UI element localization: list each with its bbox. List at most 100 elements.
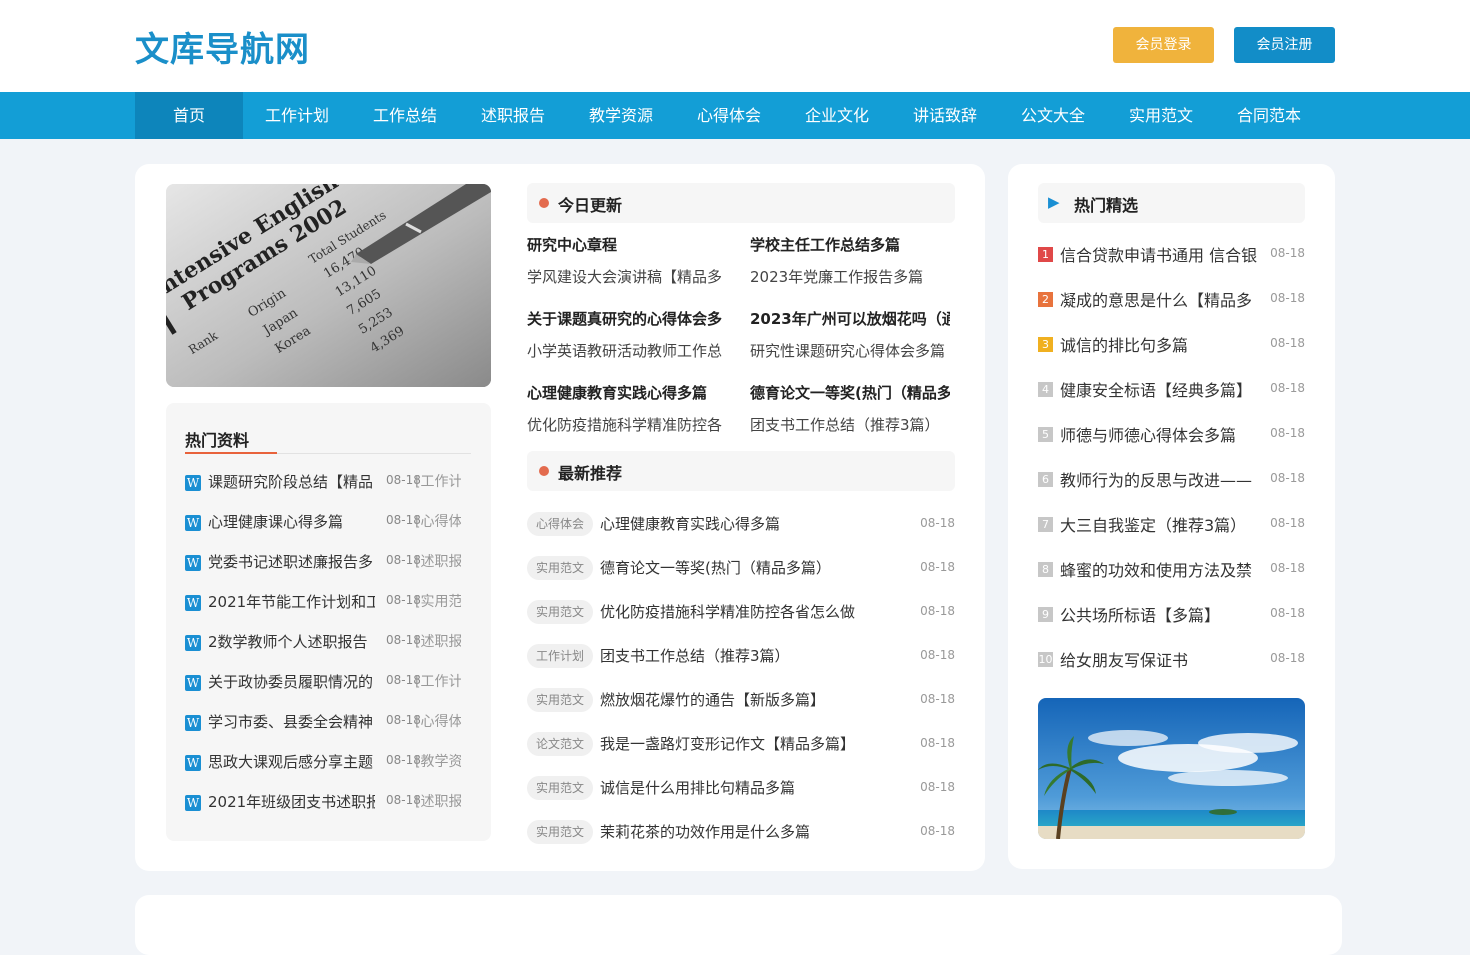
today-link[interactable]: 研究性课题研究心得体会多篇 xyxy=(750,340,950,361)
category-tag[interactable]: 工作计划 xyxy=(527,644,594,668)
list-item-title[interactable]: 燃放烟花爆竹的通告【新版多篇】 xyxy=(600,689,825,710)
list-item[interactable]: W 党委书记述职述廉报告多 08-18 [述职报 xyxy=(185,551,475,573)
beach-photo[interactable] xyxy=(1038,698,1305,839)
today-link[interactable]: 团支书工作总结（推荐3篇） xyxy=(750,414,950,435)
nav-item-contracts[interactable]: 合同范本 xyxy=(1215,92,1323,139)
list-item[interactable]: 实用范文 诚信是什么用排比句精品多篇 08-18 xyxy=(527,776,955,800)
ranked-item-title[interactable]: 师德与师德心得体会多篇 xyxy=(1060,422,1260,446)
list-item[interactable]: W 2021年节能工作计划和工 08-18 [实用范 xyxy=(185,591,475,613)
list-item-date: 08-18 xyxy=(920,780,955,794)
list-item-title[interactable]: 心理健康课心得多篇 xyxy=(208,511,375,532)
list-item-category[interactable]: [工作计 xyxy=(415,671,461,691)
category-tag[interactable]: 论文范文 xyxy=(527,732,594,756)
ranked-item-title[interactable]: 给女朋友写保证书 xyxy=(1060,647,1260,671)
ranked-item-title[interactable]: 健康安全标语【经典多篇】 xyxy=(1060,377,1260,401)
today-headline[interactable]: 研究中心章程 xyxy=(527,234,727,255)
list-item[interactable]: 实用范文 德育论文一等奖(热门（精品多篇） 08-18 xyxy=(527,556,955,580)
list-item-title[interactable]: 2021年班级团支书述职报 xyxy=(208,791,375,812)
today-link[interactable]: 学风建设大会演讲稿【精品多 xyxy=(527,266,727,287)
list-item[interactable]: W 学习市委、县委全会精神 08-18 [心得体 xyxy=(185,711,475,733)
ranked-item[interactable]: 3 诚信的排比句多篇 08-18 xyxy=(1038,332,1305,356)
list-item-category[interactable]: [心得体 xyxy=(415,511,461,531)
list-item-title[interactable]: 团支书工作总结（推荐3篇） xyxy=(600,645,790,666)
list-item[interactable]: W 2021年班级团支书述职报 08-18 [述职报 xyxy=(185,791,475,813)
list-item[interactable]: 实用范文 燃放烟花爆竹的通告【新版多篇】 08-18 xyxy=(527,688,955,712)
list-item[interactable]: W 关于政协委员履职情况的 08-18 [工作计 xyxy=(185,671,475,693)
site-logo[interactable]: 文库导航网 xyxy=(135,22,310,71)
list-item-category[interactable]: [述职报 xyxy=(415,631,461,651)
today-link[interactable]: 优化防疫措施科学精准防控各 xyxy=(527,414,727,435)
register-button[interactable]: 会员注册 xyxy=(1234,27,1335,63)
list-item-title[interactable]: 德育论文一等奖(热门（精品多篇） xyxy=(600,557,831,578)
list-item[interactable]: W 心理健康课心得多篇 08-18 [心得体 xyxy=(185,511,475,533)
today-headline[interactable]: 关于课题真研究的心得体会多 xyxy=(527,308,727,329)
nav-item-work-plan[interactable]: 工作计划 xyxy=(243,92,351,139)
ranked-item[interactable]: 2 凝成的意思是什么【精品多 08-18 xyxy=(1038,287,1305,311)
ranked-item-title[interactable]: 凝成的意思是什么【精品多 xyxy=(1060,287,1260,311)
nav-item-duty-report[interactable]: 述职报告 xyxy=(459,92,567,139)
today-link[interactable]: 2023年党廉工作报告多篇 xyxy=(750,266,950,287)
list-item-title[interactable]: 党委书记述职述廉报告多 xyxy=(208,551,375,572)
ranked-item-title[interactable]: 教师行为的反思与改进—— xyxy=(1060,467,1260,491)
ranked-item[interactable]: 5 师德与师德心得体会多篇 08-18 xyxy=(1038,422,1305,446)
ranked-item[interactable]: 1 信合贷款申请书通用 信合银 08-18 xyxy=(1038,242,1305,266)
list-item-title[interactable]: 我是一盏路灯变形记作文【精品多篇】 xyxy=(600,733,855,754)
feature-photo[interactable]: Intensive English Programs 2002 Rank Ori… xyxy=(166,184,491,387)
category-tag[interactable]: 实用范文 xyxy=(527,556,594,580)
category-tag[interactable]: 实用范文 xyxy=(527,776,594,800)
category-tag[interactable]: 实用范文 xyxy=(527,820,594,844)
list-item-title[interactable]: 茉莉花茶的功效作用是什么多篇 xyxy=(600,821,810,842)
list-item[interactable]: 实用范文 茉莉花茶的功效作用是什么多篇 08-18 xyxy=(527,820,955,844)
ranked-item[interactable]: 4 健康安全标语【经典多篇】 08-18 xyxy=(1038,377,1305,401)
ranked-item[interactable]: 10 给女朋友写保证书 08-18 xyxy=(1038,647,1305,671)
list-item[interactable]: W 思政大课观后感分享主题 08-18 [教学资 xyxy=(185,751,475,773)
nav-item-experience[interactable]: 心得体会 xyxy=(675,92,783,139)
list-item-title[interactable]: 2021年节能工作计划和工 xyxy=(208,591,375,612)
list-item-category[interactable]: [述职报 xyxy=(415,791,461,811)
list-item[interactable]: W 课题研究阶段总结【精品 08-18 [工作计 xyxy=(185,471,475,493)
list-item-title[interactable]: 学习市委、县委全会精神 xyxy=(208,711,375,732)
list-item-title[interactable]: 思政大课观后感分享主题 xyxy=(208,751,375,772)
list-item[interactable]: 心得体会 心理健康教育实践心得多篇 08-18 xyxy=(527,512,955,536)
list-item-title[interactable]: 2数学教师个人述职报告 xyxy=(208,631,375,652)
list-item-category[interactable]: [教学资 xyxy=(415,751,461,771)
ranked-item-title[interactable]: 诚信的排比句多篇 xyxy=(1060,332,1260,356)
list-item[interactable]: W 2数学教师个人述职报告 08-18 [述职报 xyxy=(185,631,475,653)
list-item-title[interactable]: 课题研究阶段总结【精品 xyxy=(208,471,375,492)
nav-item-culture[interactable]: 企业文化 xyxy=(783,92,891,139)
list-item-title[interactable]: 诚信是什么用排比句精品多篇 xyxy=(600,777,795,798)
list-item[interactable]: 实用范文 优化防疫措施科学精准防控各省怎么做 08-18 xyxy=(527,600,955,624)
ranked-item-title[interactable]: 公共场所标语【多篇】 xyxy=(1060,602,1260,626)
today-headline[interactable]: 德育论文一等奖(热门（精品多 xyxy=(750,382,950,403)
list-item-title[interactable]: 关于政协委员履职情况的 xyxy=(208,671,375,692)
ranked-item-title[interactable]: 蜂蜜的功效和使用方法及禁 xyxy=(1060,557,1260,581)
list-item[interactable]: 工作计划 团支书工作总结（推荐3篇） 08-18 xyxy=(527,644,955,668)
ranked-item-title[interactable]: 大三自我鉴定（推荐3篇） xyxy=(1060,512,1260,536)
list-item-category[interactable]: [工作计 xyxy=(415,471,461,491)
ranked-item[interactable]: 8 蜂蜜的功效和使用方法及禁 08-18 xyxy=(1038,557,1305,581)
nav-item-samples[interactable]: 实用范文 xyxy=(1107,92,1215,139)
nav-item-speech[interactable]: 讲话致辞 xyxy=(891,92,999,139)
nav-item-work-summary[interactable]: 工作总结 xyxy=(351,92,459,139)
login-button[interactable]: 会员登录 xyxy=(1113,27,1214,63)
ranked-item[interactable]: 6 教师行为的反思与改进—— 08-18 xyxy=(1038,467,1305,491)
category-tag[interactable]: 实用范文 xyxy=(527,688,594,712)
list-item-category[interactable]: [实用范 xyxy=(415,591,461,611)
list-item-category[interactable]: [述职报 xyxy=(415,551,461,571)
nav-item-documents[interactable]: 公文大全 xyxy=(999,92,1107,139)
ranked-item[interactable]: 9 公共场所标语【多篇】 08-18 xyxy=(1038,602,1305,626)
list-item-title[interactable]: 心理健康教育实践心得多篇 xyxy=(600,513,780,534)
today-headline[interactable]: 心理健康教育实践心得多篇 xyxy=(527,382,727,403)
today-headline[interactable]: 学校主任工作总结多篇 xyxy=(750,234,950,255)
today-headline[interactable]: 2023年广州可以放烟花吗（通 xyxy=(750,308,950,329)
category-tag[interactable]: 心得体会 xyxy=(527,512,594,536)
ranked-item[interactable]: 7 大三自我鉴定（推荐3篇） 08-18 xyxy=(1038,512,1305,536)
ranked-item-title[interactable]: 信合贷款申请书通用 信合银 xyxy=(1060,242,1260,266)
category-tag[interactable]: 实用范文 xyxy=(527,600,594,624)
list-item-title[interactable]: 优化防疫措施科学精准防控各省怎么做 xyxy=(600,601,855,622)
today-link[interactable]: 小学英语教研活动教师工作总 xyxy=(527,340,727,361)
nav-item-teaching[interactable]: 教学资源 xyxy=(567,92,675,139)
list-item[interactable]: 论文范文 我是一盏路灯变形记作文【精品多篇】 08-18 xyxy=(527,732,955,756)
nav-item-home[interactable]: 首页 xyxy=(135,92,243,139)
list-item-category[interactable]: [心得体 xyxy=(415,711,461,731)
